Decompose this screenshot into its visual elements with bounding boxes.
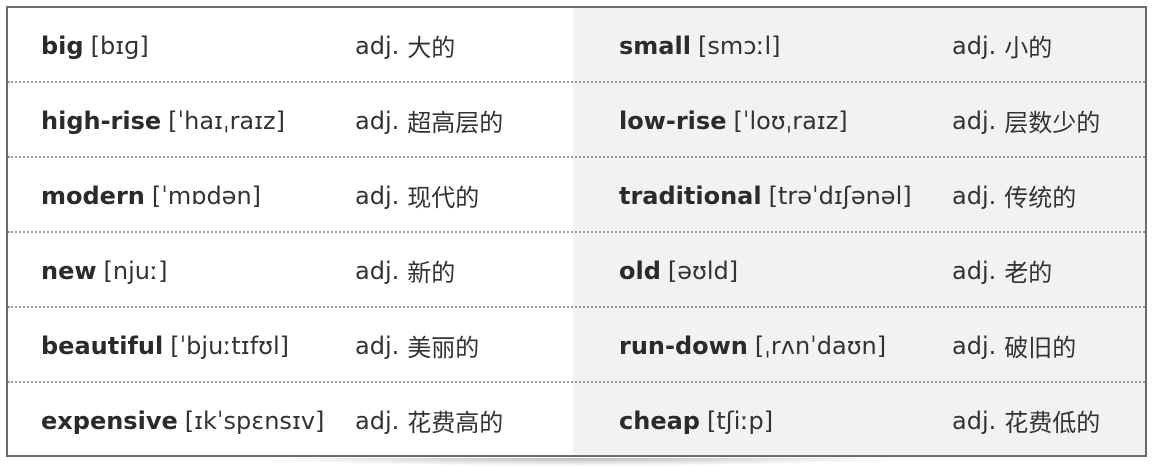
- meaning-cell: adj. 新的: [355, 233, 455, 308]
- part-of-speech: adj.: [952, 181, 997, 210]
- word-cell: traditional [trəˈdɪʃənəl]: [619, 158, 912, 233]
- word-cell: small [smɔːl]: [619, 8, 781, 83]
- chinese-meaning: 新的: [407, 259, 456, 287]
- chinese-meaning: 层数少的: [1004, 109, 1101, 137]
- english-word: small: [619, 31, 691, 60]
- vocab-row: new [njuː] adj. 新的 old [əʊld] adj. 老的: [8, 233, 1145, 308]
- part-of-speech: adj.: [952, 406, 997, 435]
- chinese-meaning: 现代的: [407, 184, 480, 212]
- vocab-row: big [bɪɡ] adj. 大的 small [smɔːl] adj. 小的: [8, 8, 1145, 83]
- word-cell: low-rise [ˈloʊˌraɪz]: [619, 83, 848, 158]
- meaning-cell: adj. 超高层的: [355, 83, 503, 158]
- phonetic: [ˈbjuːtɪfʊl]: [170, 331, 289, 360]
- word-cell: modern [ˈmɒdən]: [41, 158, 261, 233]
- phonetic: [ˈloʊˌraɪz]: [733, 106, 848, 135]
- meaning-cell: adj. 花费高的: [355, 383, 504, 455]
- card-shadow: [250, 458, 905, 466]
- phonetic: [ˌrʌnˈdaʊn]: [754, 331, 887, 360]
- phonetic: [əʊld]: [667, 256, 739, 285]
- meaning-cell: adj. 老的: [952, 233, 1052, 308]
- english-word: old: [619, 256, 661, 285]
- part-of-speech: adj.: [355, 106, 400, 135]
- chinese-meaning: 大的: [407, 34, 456, 62]
- chinese-meaning: 超高层的: [407, 109, 504, 137]
- part-of-speech: adj.: [355, 256, 400, 285]
- meaning-cell: adj. 层数少的: [952, 83, 1100, 158]
- chinese-meaning: 美丽的: [407, 334, 480, 362]
- vocab-row: beautiful [ˈbjuːtɪfʊl] adj. 美丽的 run-down…: [8, 308, 1145, 383]
- part-of-speech: adj.: [952, 331, 997, 360]
- word-cell: old [əʊld]: [619, 233, 738, 308]
- meaning-cell: adj. 美丽的: [355, 308, 479, 383]
- word-cell: big [bɪɡ]: [41, 8, 149, 83]
- word-cell: run-down [ˌrʌnˈdaʊn]: [619, 308, 886, 383]
- meaning-cell: adj. 现代的: [355, 158, 479, 233]
- phonetic: [bɪɡ]: [90, 31, 149, 60]
- meaning-cell: adj. 传统的: [952, 158, 1076, 233]
- meaning-cell: adj. 破旧的: [952, 308, 1076, 383]
- chinese-meaning: 老的: [1004, 259, 1053, 287]
- meaning-cell: adj. 小的: [952, 8, 1052, 83]
- part-of-speech: adj.: [355, 406, 400, 435]
- vocabulary-table: big [bɪɡ] adj. 大的 small [smɔːl] adj. 小的 …: [8, 8, 1145, 455]
- word-cell: cheap [tʃiːp]: [619, 383, 774, 455]
- english-word: cheap: [619, 406, 700, 435]
- part-of-speech: adj.: [355, 181, 400, 210]
- word-cell: beautiful [ˈbjuːtɪfʊl]: [41, 308, 289, 383]
- vocab-row: high-rise [ˈhaɪˌraɪz] adj. 超高层的 low-rise…: [8, 83, 1145, 158]
- vocabulary-card: big [bɪɡ] adj. 大的 small [smɔːl] adj. 小的 …: [6, 6, 1147, 457]
- part-of-speech: adj.: [952, 256, 997, 285]
- part-of-speech: adj.: [355, 331, 400, 360]
- phonetic: [njuː]: [103, 256, 168, 285]
- english-word: beautiful: [41, 331, 164, 360]
- phonetic: [ˈmɒdən]: [151, 181, 262, 210]
- word-cell: high-rise [ˈhaɪˌraɪz]: [41, 83, 285, 158]
- word-cell: new [njuː]: [41, 233, 167, 308]
- english-word: low-rise: [619, 106, 727, 135]
- english-word: run-down: [619, 331, 748, 360]
- english-word: new: [41, 256, 97, 285]
- part-of-speech: adj.: [952, 31, 997, 60]
- phonetic: [ɪkˈspɛnsɪv]: [184, 406, 325, 435]
- part-of-speech: adj.: [952, 106, 997, 135]
- chinese-meaning: 花费低的: [1004, 409, 1101, 437]
- vocab-row: expensive [ɪkˈspɛnsɪv] adj. 花费高的 cheap […: [8, 383, 1145, 455]
- meaning-cell: adj. 花费低的: [952, 383, 1101, 455]
- meaning-cell: adj. 大的: [355, 8, 455, 83]
- part-of-speech: adj.: [355, 31, 400, 60]
- word-cell: expensive [ɪkˈspɛnsɪv]: [41, 383, 325, 455]
- english-word: traditional: [619, 181, 762, 210]
- english-word: big: [41, 31, 84, 60]
- vocab-row: modern [ˈmɒdən] adj. 现代的 traditional [tr…: [8, 158, 1145, 233]
- phonetic: [tʃiːp]: [706, 406, 774, 435]
- phonetic: [smɔːl]: [697, 31, 781, 60]
- phonetic: [ˈhaɪˌraɪz]: [168, 106, 286, 135]
- phonetic: [trəˈdɪʃənəl]: [768, 181, 912, 210]
- chinese-meaning: 小的: [1004, 34, 1053, 62]
- chinese-meaning: 传统的: [1004, 184, 1077, 212]
- english-word: high-rise: [41, 106, 162, 135]
- chinese-meaning: 破旧的: [1004, 334, 1077, 362]
- english-word: modern: [41, 181, 145, 210]
- chinese-meaning: 花费高的: [407, 409, 504, 437]
- english-word: expensive: [41, 406, 178, 435]
